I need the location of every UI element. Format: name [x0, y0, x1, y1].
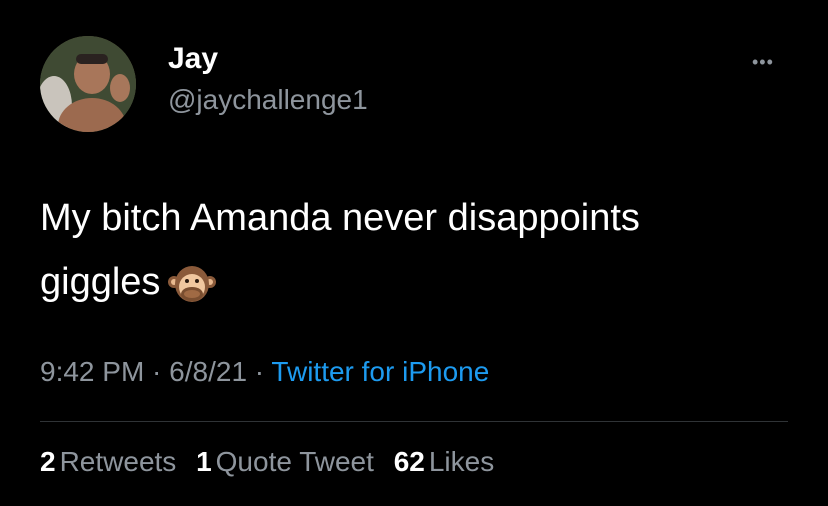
- tweet-time[interactable]: 9:42 PM: [40, 356, 144, 387]
- quote-tweets-count: 1: [196, 446, 212, 477]
- avatar[interactable]: [40, 36, 136, 132]
- display-name[interactable]: Jay: [168, 42, 218, 76]
- likes-count: 62: [393, 446, 425, 477]
- tweet-stats: 2 Retweets 1 Quote Tweet 62 Likes: [40, 446, 506, 478]
- user-handle[interactable]: @jaychallenge1: [168, 84, 368, 116]
- tweet-date[interactable]: 6/8/21: [169, 356, 247, 387]
- retweets-label: Retweets: [59, 446, 177, 477]
- tweet-meta: 9:42 PM · 6/8/21 · Twitter for iPhone: [40, 356, 489, 388]
- retweets-stat[interactable]: 2 Retweets: [40, 446, 176, 477]
- quote-tweets-stat[interactable]: 1 Quote Tweet: [196, 446, 374, 477]
- tweet-source-link[interactable]: Twitter for iPhone: [271, 356, 489, 387]
- tweet-text-line-2-text: giggles: [40, 261, 161, 303]
- tweet-text-line-2: giggles: [40, 250, 800, 314]
- meta-separator: ·: [144, 356, 170, 387]
- meta-separator: ·: [247, 356, 272, 387]
- retweets-count: 2: [40, 446, 56, 477]
- likes-label: Likes: [428, 446, 495, 477]
- tweet-text: My bitch Amanda never disappoints giggle…: [40, 186, 800, 314]
- divider: [40, 421, 788, 422]
- quote-tweets-label: Quote Tweet: [215, 446, 374, 477]
- more-options-icon[interactable]: •••: [752, 52, 774, 73]
- avatar-photo: [40, 36, 136, 132]
- see-no-evil-monkey-icon: [166, 262, 218, 306]
- tweet-text-line-1: My bitch Amanda never disappoints: [40, 197, 640, 239]
- likes-stat[interactable]: 62 Likes: [394, 446, 495, 477]
